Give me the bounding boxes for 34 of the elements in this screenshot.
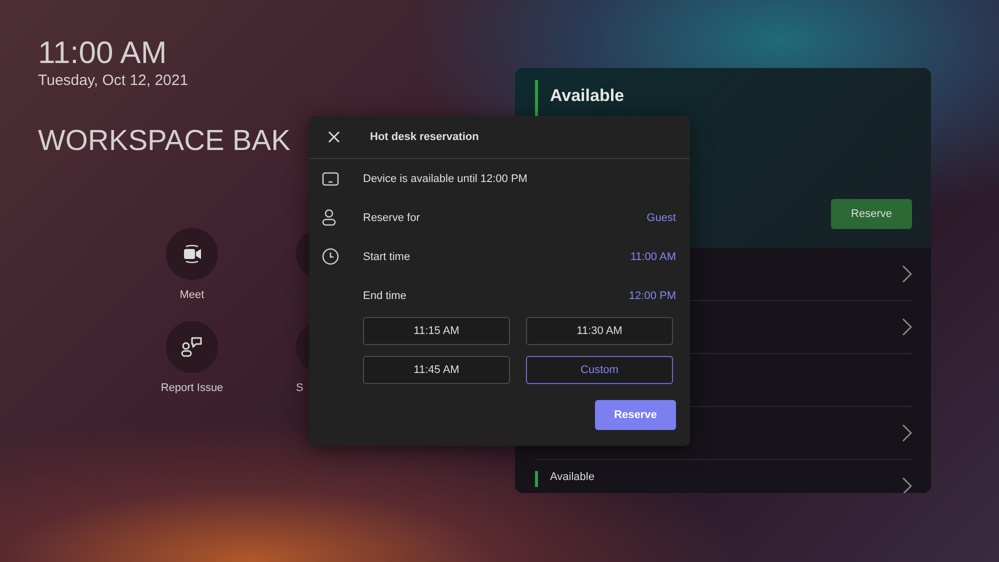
status-text: Available [550,86,624,106]
row-label: Start time [363,250,412,262]
clock-icon [322,248,339,265]
video-camera-icon [181,243,203,265]
time-option-button[interactable]: 11:45 AM [363,356,510,384]
action-label: S [296,382,304,394]
clock-date: Tuesday, Oct 12, 2021 [38,72,190,89]
action-label: Meet [180,289,204,301]
report-button[interactable] [166,321,218,373]
row-label: End time [363,290,408,302]
row-label: Reserve for [363,212,421,224]
row-value[interactable]: 11:00 AM [630,250,676,262]
row-value[interactable]: Guest [646,212,676,224]
chevron-right-icon[interactable] [902,477,912,493]
close-icon[interactable] [328,131,340,143]
clock-time: 11:00 AM [38,36,168,70]
dialog-title: Hot desk reservation [370,131,479,143]
chevron-right-icon[interactable] [902,318,912,336]
time-option-button[interactable]: 11:30 AM [526,317,673,345]
reserve-button[interactable]: Reserve [595,400,676,430]
display-icon [322,172,339,186]
workspace-name: WORKSPACE BAK [38,125,290,158]
chevron-right-icon[interactable] [902,424,912,442]
chevron-right-icon[interactable] [902,265,912,283]
person-icon [322,209,336,226]
status-text: Available [550,471,594,483]
time-option-button[interactable]: Custom [526,356,673,384]
meet-button[interactable] [166,228,218,280]
reserve-button[interactable]: Reserve [831,199,912,229]
action-label: Report Issue [160,382,224,394]
time-option-button[interactable]: 11:15 AM [363,317,510,345]
people-chat-icon [180,336,204,358]
row-value[interactable]: 12:00 PM [628,290,676,302]
row-label: Device is available until 12:00 PM [363,172,528,184]
